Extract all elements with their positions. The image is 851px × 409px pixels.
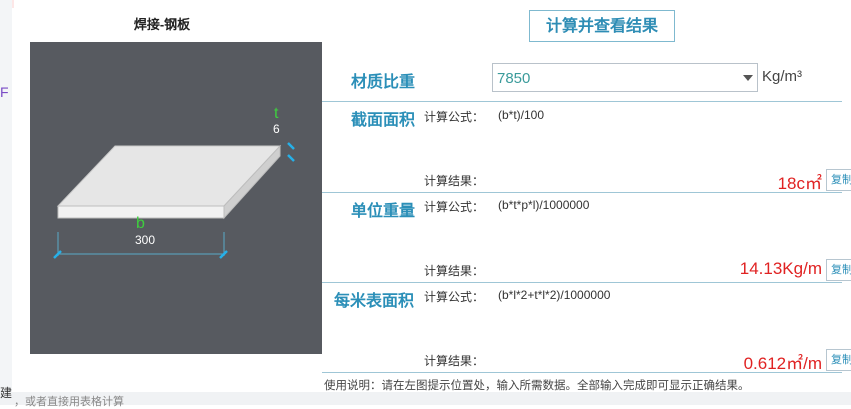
background-logo-icon: F (0, 84, 9, 100)
t-tick-top (287, 142, 295, 150)
t-tick-bottom (287, 154, 295, 162)
material-density-label: 材质比重 (351, 74, 416, 91)
copy-button[interactable]: 复制 (826, 259, 851, 281)
background-text: 建 (0, 386, 13, 400)
formula-text: (b*l*2+t*l*2)/1000000 (498, 288, 611, 302)
formula-label: 计算公式： (424, 290, 485, 304)
formula-text: (b*t)/100 (498, 108, 545, 122)
section-area-label: 截面面积 (351, 112, 416, 129)
result-label: 计算结果： (424, 354, 485, 368)
background-faint-text: ，或者直接用表格计算 (14, 396, 124, 408)
result-value: 0.612㎡/m (743, 354, 822, 373)
background-status-strip (0, 392, 851, 405)
plate-top-face (56, 145, 282, 207)
surface-area-label: 每米表面积 (334, 293, 415, 310)
plate-drawing (53, 142, 295, 259)
unit-weight-label: 单位重量 (351, 203, 416, 220)
section-divider (322, 192, 842, 193)
calculate-button[interactable]: 计算并查看结果 (529, 10, 675, 42)
usage-instructions: 使用说明：请在左图提示位置处，输入所需数据。全部输入完成即可显示正确结果。 (324, 380, 750, 392)
material-density-select[interactable]: 7850 (492, 63, 758, 92)
chevron-down-icon[interactable] (743, 75, 753, 81)
formula-label: 计算公式： (424, 200, 485, 214)
result-value: 14.13Kg/m (739, 259, 822, 278)
t-value-input[interactable]: 6 (273, 122, 280, 136)
steel-plate-diagram: t 6 b 300 (30, 42, 322, 354)
t-label: t (274, 105, 279, 122)
background-left-edge (0, 0, 12, 405)
dialog-title: 焊接-钢板 (133, 17, 191, 32)
copy-button[interactable]: 复制 (826, 169, 851, 191)
result-label: 计算结果： (424, 264, 485, 278)
calculator-dialog: 焊接-钢板 t 6 b 300 (14, 0, 851, 392)
result-label: 计算结果： (424, 174, 485, 188)
section-divider (322, 282, 842, 283)
formula-label: 计算公式： (424, 110, 485, 124)
result-value: 18c㎡ (777, 174, 822, 193)
section-divider (322, 101, 842, 102)
b-value-input[interactable]: 300 (135, 233, 155, 247)
section-divider (322, 372, 842, 373)
material-density-value: 7850 (497, 70, 531, 87)
material-density-unit: Kg/m³ (762, 68, 803, 85)
b-label: b (136, 215, 145, 232)
copy-button[interactable]: 复制 (826, 349, 851, 371)
formula-text: (b*t*p*l)/1000000 (498, 198, 590, 212)
